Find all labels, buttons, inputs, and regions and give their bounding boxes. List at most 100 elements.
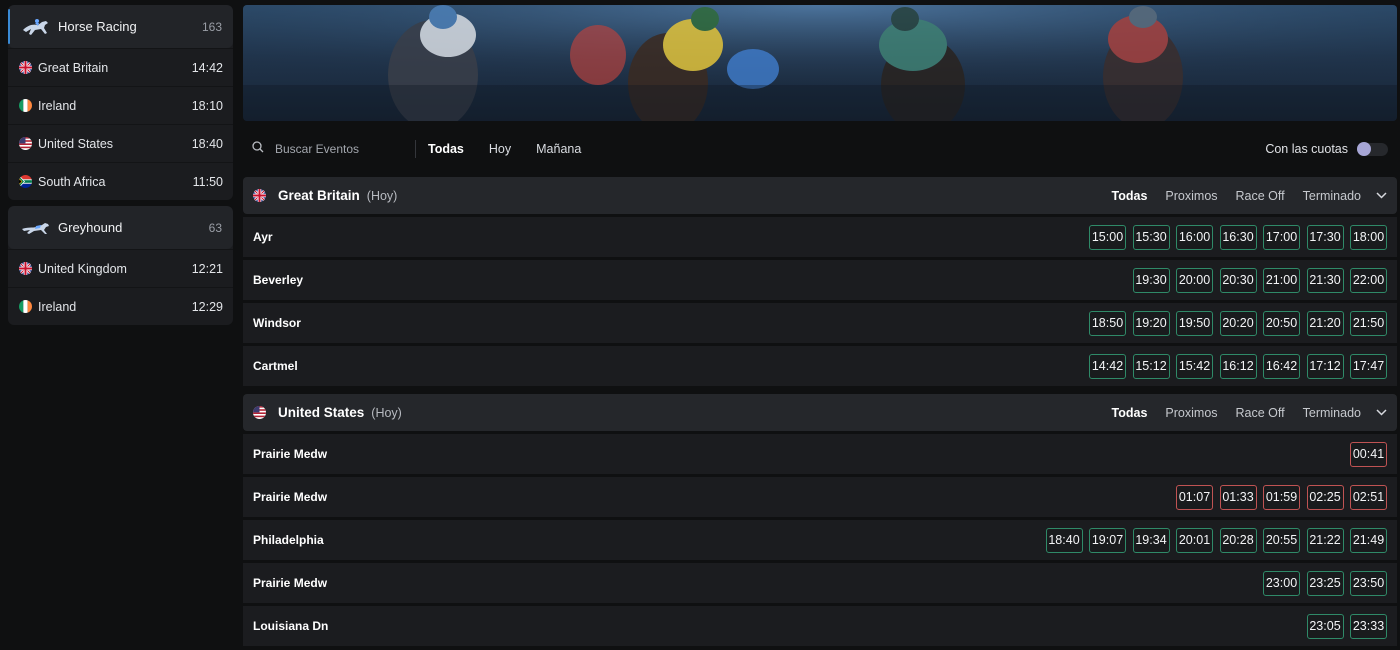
flag-gb-icon <box>19 262 32 275</box>
region-next-time: 14:42 <box>191 60 223 75</box>
race-time-button[interactable]: 22:00 <box>1350 267 1387 293</box>
race-time-button[interactable]: 01:59 <box>1263 484 1300 510</box>
race-time-button[interactable]: 20:20 <box>1219 310 1257 336</box>
meeting-row: Windsor 18:50 19:20 19:50 20:20 20:50 21:20 21:… <box>243 303 1397 343</box>
track-name[interactable]: Windsor <box>253 316 1083 330</box>
toggle-knob <box>1357 142 1371 156</box>
race-time-button[interactable]: 16:42 <box>1263 353 1300 379</box>
meeting-row: Philadelphia 18:40 19:07 19:34 20:01 20:28 20:… <box>243 520 1397 560</box>
race-time-button[interactable]: 01:07 <box>1176 484 1213 510</box>
race-time-button[interactable]: 16:30 <box>1219 224 1257 250</box>
section-tab-race-off[interactable]: Race Off <box>1236 189 1285 203</box>
race-time-button[interactable]: 17:12 <box>1306 353 1344 379</box>
race-time-button[interactable]: 16:12 <box>1219 353 1257 379</box>
section-tab-terminado[interactable]: Terminado <box>1303 406 1361 420</box>
section-tab-terminado[interactable]: Terminado <box>1303 189 1361 203</box>
race-time-button[interactable]: 23:25 <box>1306 570 1344 596</box>
track-name[interactable]: Prairie Medw <box>253 576 1257 590</box>
filter-tab-todas[interactable]: Todas <box>428 142 464 156</box>
race-time-button[interactable]: 20:50 <box>1263 310 1300 336</box>
sport-greyhound[interactable]: Greyhound 63 <box>8 206 233 249</box>
sport-label: Greyhound <box>58 220 123 235</box>
race-time-button[interactable]: 18:40 <box>1045 527 1083 553</box>
race-time-button[interactable]: 23:33 <box>1350 613 1387 639</box>
race-time-button[interactable]: 01:33 <box>1219 484 1257 510</box>
race-time-button[interactable]: 17:47 <box>1350 353 1387 379</box>
region-great-britain[interactable]: Great Britain 14:42 <box>8 48 233 86</box>
sidebar: Horse Racing 163 Great Britain 14:42 Ire… <box>8 5 233 331</box>
divider <box>415 140 416 158</box>
race-times: 14:42 15:12 15:42 16:12 16:42 17:12 17:47 <box>1083 353 1387 379</box>
race-time-button[interactable]: 23:50 <box>1350 570 1387 596</box>
race-time-button[interactable]: 02:51 <box>1350 484 1387 510</box>
race-time-button[interactable]: 18:50 <box>1089 310 1126 336</box>
race-time-button[interactable]: 20:01 <box>1176 527 1213 553</box>
race-time-button[interactable]: 21:50 <box>1350 310 1387 336</box>
race-time-button[interactable]: 19:50 <box>1176 310 1213 336</box>
flag-ie-icon <box>19 300 32 313</box>
section-title: Great Britain <box>278 188 360 203</box>
region-south-africa[interactable]: South Africa 11:50 <box>8 162 233 200</box>
section-tab-todas[interactable]: Todas <box>1112 189 1148 203</box>
region-ireland[interactable]: Ireland 12:29 <box>8 287 233 325</box>
region-united-kingdom[interactable]: United Kingdom 12:21 <box>8 249 233 287</box>
track-name[interactable]: Philadelphia <box>253 533 1039 547</box>
race-time-button[interactable]: 20:55 <box>1263 527 1300 553</box>
race-time-button[interactable]: 23:00 <box>1263 570 1300 596</box>
region-united-states[interactable]: United States 18:40 <box>8 124 233 162</box>
meeting-list: Ayr 15:00 15:30 16:00 16:30 17:00 17:30 18:00 Be… <box>243 217 1397 386</box>
section-header: United States (Hoy) Todas Proximos Race … <box>243 394 1397 431</box>
section-tab-race-off[interactable]: Race Off <box>1236 406 1285 420</box>
race-times: 01:07 01:33 01:59 02:25 02:51 <box>1170 484 1387 510</box>
race-time-button[interactable]: 15:30 <box>1132 224 1170 250</box>
region-next-time: 12:29 <box>191 299 223 314</box>
race-time-button[interactable]: 20:00 <box>1176 267 1213 293</box>
filter-tab-manana[interactable]: Mañana <box>536 142 581 156</box>
track-name[interactable]: Cartmel <box>253 359 1083 373</box>
section-tab-todas[interactable]: Todas <box>1112 406 1148 420</box>
track-name[interactable]: Prairie Medw <box>253 447 1344 461</box>
track-name[interactable]: Prairie Medw <box>253 490 1170 504</box>
region-label: Ireland <box>38 98 77 113</box>
race-time-button[interactable]: 16:00 <box>1176 224 1213 250</box>
race-time-button[interactable]: 15:00 <box>1089 224 1126 250</box>
region-ireland[interactable]: Ireland 18:10 <box>8 86 233 124</box>
race-time-button[interactable]: 15:42 <box>1176 353 1213 379</box>
sport-horse-racing[interactable]: Horse Racing 163 <box>8 5 233 48</box>
race-time-button[interactable]: 21:00 <box>1263 267 1300 293</box>
search-input[interactable] <box>275 142 405 156</box>
race-time-button[interactable]: 02:25 <box>1306 484 1344 510</box>
race-time-button[interactable]: 19:20 <box>1132 310 1170 336</box>
odds-toggle[interactable] <box>1357 142 1388 156</box>
race-time-button[interactable]: 21:49 <box>1350 527 1387 553</box>
track-name[interactable]: Louisiana Dn <box>253 619 1300 633</box>
track-name[interactable]: Beverley <box>253 273 1126 287</box>
chevron-down-icon[interactable] <box>1375 407 1387 419</box>
region-next-time: 12:21 <box>191 261 223 276</box>
filter-tab-hoy[interactable]: Hoy <box>489 142 511 156</box>
track-name[interactable]: Ayr <box>253 230 1083 244</box>
section-tab-proximos[interactable]: Proximos <box>1165 406 1217 420</box>
chevron-down-icon[interactable] <box>1375 190 1387 202</box>
race-time-button[interactable]: 21:22 <box>1306 527 1344 553</box>
race-time-button[interactable]: 21:30 <box>1306 267 1344 293</box>
search-icon <box>252 140 264 158</box>
race-time-button[interactable]: 20:28 <box>1219 527 1257 553</box>
race-time-button[interactable]: 17:30 <box>1306 224 1344 250</box>
race-time-button[interactable]: 17:00 <box>1263 224 1300 250</box>
race-time-button[interactable]: 19:07 <box>1089 527 1126 553</box>
race-time-button[interactable]: 23:05 <box>1306 613 1344 639</box>
race-time-button[interactable]: 19:34 <box>1132 527 1170 553</box>
race-time-button[interactable]: 21:20 <box>1306 310 1344 336</box>
section-tab-proximos[interactable]: Proximos <box>1165 189 1217 203</box>
race-time-button[interactable]: 14:42 <box>1089 353 1126 379</box>
region-label: Ireland <box>38 299 77 314</box>
flag-us-icon <box>253 406 266 419</box>
region-label: Great Britain <box>38 60 109 75</box>
race-times: 19:30 20:00 20:30 21:00 21:30 22:00 <box>1126 267 1387 293</box>
race-time-button[interactable]: 00:41 <box>1350 441 1387 467</box>
race-time-button[interactable]: 20:30 <box>1219 267 1257 293</box>
race-time-button[interactable]: 15:12 <box>1132 353 1170 379</box>
race-time-button[interactable]: 19:30 <box>1132 267 1170 293</box>
race-time-button[interactable]: 18:00 <box>1350 224 1387 250</box>
